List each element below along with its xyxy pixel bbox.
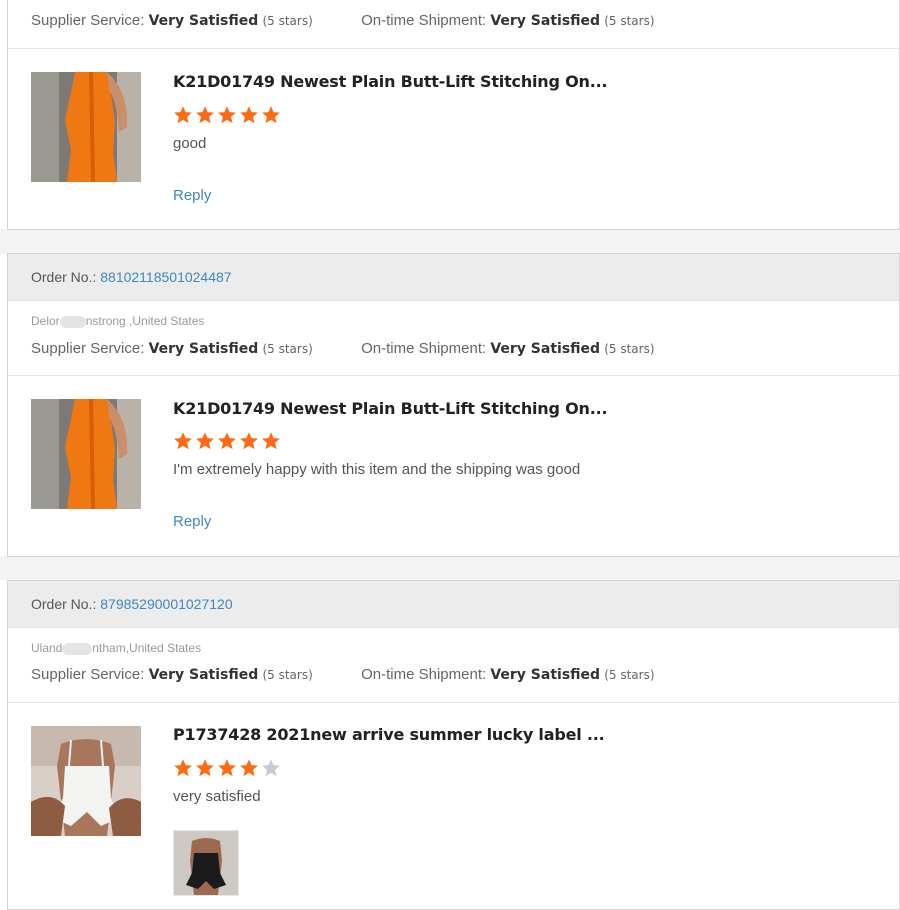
supplier-service-label: Supplier Service: xyxy=(31,340,145,357)
star-filled-icon xyxy=(240,759,258,777)
shipment-value: Very Satisfied xyxy=(490,667,601,683)
black-bodysuit-image xyxy=(174,831,238,895)
rating-stars xyxy=(173,758,283,778)
supplier-service-stars: (5 stars) xyxy=(262,14,313,28)
buyer-name-start: Uland xyxy=(31,641,63,655)
review-text: I'm extremely happy with this item and t… xyxy=(173,461,581,478)
star-filled-icon xyxy=(218,759,236,777)
buyer-name-start: Delor xyxy=(31,314,60,328)
review-text: good xyxy=(173,135,207,152)
supplier-service-value: Very Satisfied xyxy=(148,341,259,357)
reply-link[interactable]: Reply xyxy=(173,513,211,530)
product-thumbnail[interactable] xyxy=(31,726,141,836)
service-ratings: Supplier Service: Very Satisfied (5 star… xyxy=(31,666,655,683)
star-filled-icon xyxy=(196,106,214,124)
shipment-stars: (5 stars) xyxy=(604,668,655,682)
order-label: Order No.: xyxy=(31,596,97,612)
order-header: Order No.: 88102118501024487 xyxy=(8,254,899,301)
star-filled-icon xyxy=(174,759,192,777)
star-filled-icon xyxy=(240,432,258,450)
product-thumbnail[interactable] xyxy=(31,399,141,509)
product-title[interactable]: K21D01749 Newest Plain Butt-Lift Stitchi… xyxy=(173,399,608,418)
buyer-name-end: ntham,United States xyxy=(92,641,202,655)
order-number-link[interactable]: 88102118501024487 xyxy=(100,269,231,285)
supplier-service-value: Very Satisfied xyxy=(148,667,259,683)
shipment-stars: (5 stars) xyxy=(604,342,655,356)
star-empty-icon xyxy=(262,759,280,777)
star-filled-icon xyxy=(240,106,258,124)
name-mask xyxy=(62,642,93,655)
service-ratings: Supplier Service: Very Satisfied (5 star… xyxy=(31,12,655,29)
shipment-label: On-time Shipment: xyxy=(361,340,487,357)
star-filled-icon xyxy=(196,759,214,777)
star-filled-icon xyxy=(262,432,280,450)
shipment-value: Very Satisfied xyxy=(490,341,601,357)
supplier-service-label: Supplier Service: xyxy=(31,666,145,683)
orange-dress-image xyxy=(31,72,141,182)
product-title[interactable]: P1737428 2021new arrive summer lucky lab… xyxy=(173,725,605,744)
star-filled-icon xyxy=(174,106,192,124)
order-label: Order No.: xyxy=(31,269,97,285)
review-card: Supplier Service: Very Satisfied (5 star… xyxy=(7,0,900,230)
shipment-value: Very Satisfied xyxy=(490,13,601,29)
rating-stars xyxy=(173,431,283,451)
name-mask xyxy=(59,315,86,328)
review-card: Order No.: 87985290001027120 Uland ntham,… xyxy=(7,580,900,910)
supplier-service-stars: (5 stars) xyxy=(262,668,313,682)
buyer-name-end: nstrong ,United States xyxy=(85,314,205,328)
shipment-stars: (5 stars) xyxy=(604,14,655,28)
shipment-label: On-time Shipment: xyxy=(361,666,487,683)
buyer-info: Uland ntham,United States xyxy=(31,641,201,655)
star-filled-icon xyxy=(218,106,236,124)
order-number: Order No.: 88102118501024487 xyxy=(31,269,232,285)
star-filled-icon xyxy=(262,106,280,124)
star-filled-icon xyxy=(196,432,214,450)
service-ratings: Supplier Service: Very Satisfied (5 star… xyxy=(31,340,655,357)
reply-link[interactable]: Reply xyxy=(173,187,211,204)
product-thumbnail[interactable] xyxy=(31,72,141,182)
supplier-service-value: Very Satisfied xyxy=(148,13,259,29)
shipment-label: On-time Shipment: xyxy=(361,12,487,29)
review-card: Order No.: 88102118501024487 Delor nstron… xyxy=(7,253,900,557)
order-number: Order No.: 87985290001027120 xyxy=(31,596,233,612)
product-title[interactable]: K21D01749 Newest Plain Butt-Lift Stitchi… xyxy=(173,72,608,91)
rating-stars xyxy=(173,105,283,125)
star-filled-icon xyxy=(174,432,192,450)
review-photo[interactable] xyxy=(173,830,239,896)
order-header: Order No.: 87985290001027120 xyxy=(8,581,899,628)
review-text: very satisfied xyxy=(173,788,261,805)
star-filled-icon xyxy=(218,432,236,450)
supplier-service-stars: (5 stars) xyxy=(262,342,313,356)
orange-dress-image xyxy=(31,399,141,509)
supplier-service-label: Supplier Service: xyxy=(31,12,145,29)
order-number-link[interactable]: 87985290001027120 xyxy=(100,596,232,612)
buyer-info: Delor nstrong ,United States xyxy=(31,314,204,328)
white-bodysuit-image xyxy=(31,726,141,836)
